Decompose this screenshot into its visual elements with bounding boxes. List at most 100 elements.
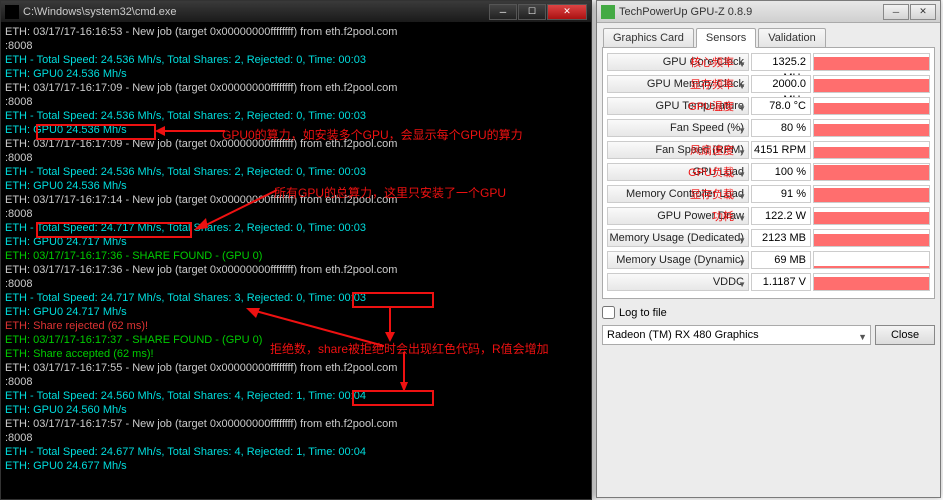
chevron-down-icon: ▼ [738,79,746,95]
log-to-file-checkbox[interactable] [602,306,615,319]
sensor-annot: GPU温度 [688,99,734,115]
sensor-value: 1325.2 MHz [751,53,811,71]
console-line: ETH: GPU0 24.717 Mh/s [5,235,587,249]
console-line: ETH: 03/17/17-16:17:14 - New job (target… [5,193,587,207]
console-line: :8008 [5,151,587,165]
tab-sensors[interactable]: Sensors [696,28,756,48]
sensor-value: 78.0 °C [751,97,811,115]
sensor-value: 122.2 W [751,207,811,225]
gpuz-minimize-button[interactable]: ─ [883,4,909,20]
sensor-graph [813,97,930,115]
cmd-titlebar[interactable]: C:\Windows\system32\cmd.exe ─ ☐ ✕ [1,1,591,23]
sensor-value: 1.1187 V [751,273,811,291]
sensor-label-dropdown[interactable]: VDDC▼ [607,273,749,291]
sensor-annot: GPU负载 [688,165,734,181]
console-line: ETH: Share accepted (62 ms)! [5,347,587,361]
close-button[interactable]: ✕ [547,4,587,20]
sensor-annot: 显存负载 [690,187,734,203]
sensor-value: 80 % [751,119,811,137]
sensor-graph [813,163,930,181]
console-line: ETH - Total Speed: 24.536 Mh/s, Total Sh… [5,165,587,179]
gpuz-title: TechPowerUp GPU-Z 0.8.9 [619,6,752,18]
gpuz-titlebar[interactable]: TechPowerUp GPU-Z 0.8.9 ─ ✕ [597,1,940,23]
sensor-row: GPU Power Draw▼功耗122.2 W [607,206,930,226]
console-line: ETH: GPU0 24.677 Mh/s [5,459,587,473]
log-to-file-label: Log to file [619,307,667,319]
sensor-label-dropdown[interactable]: GPU Core Clock▼核心频率 [607,53,749,71]
sensor-value: 91 % [751,185,811,203]
console-line: ETH - Total Speed: 24.560 Mh/s, Total Sh… [5,389,587,403]
sensor-label-dropdown[interactable]: Fan Speed (RPM)▼风扇速度 [607,141,749,159]
console-line: ETH - Total Speed: 24.717 Mh/s, Total Sh… [5,291,587,305]
console-line: :8008 [5,207,587,221]
console-line: ETH: GPU0 24.717 Mh/s [5,305,587,319]
sensor-graph [813,75,930,93]
gpuz-window: TechPowerUp GPU-Z 0.8.9 ─ ✕ Graphics Car… [596,0,941,498]
console-line: ETH: 03/17/17-16:17:55 - New job (target… [5,361,587,375]
console-line: :8008 [5,375,587,389]
sensor-label-dropdown[interactable]: GPU Power Draw▼功耗 [607,207,749,225]
console-line: ETH: 03/17/17-16:17:09 - New job (target… [5,137,587,151]
sensor-row: GPU Core Clock▼核心频率1325.2 MHz [607,52,930,72]
sensor-row: GPU Temperature▼GPU温度78.0 °C [607,96,930,116]
sensor-label-dropdown[interactable]: GPU Load▼GPU负载 [607,163,749,181]
console-line: :8008 [5,39,587,53]
gpu-select-value: Radeon (TM) RX 480 Graphics [607,329,759,341]
sensor-panel: GPU Core Clock▼核心频率1325.2 MHzGPU Memory … [602,47,935,299]
sensor-label-dropdown[interactable]: GPU Temperature▼GPU温度 [607,97,749,115]
sensor-annot: 功耗 [712,209,734,225]
sensor-value: 100 % [751,163,811,181]
sensor-label-dropdown[interactable]: Memory Usage (Dynamic)▼ [607,251,749,269]
minimize-button[interactable]: ─ [489,4,517,20]
console-line: ETH: Share rejected (62 ms)! [5,319,587,333]
tab-validation[interactable]: Validation [758,28,826,47]
sensor-graph [813,229,930,247]
sensor-value: 2000.0 MHz [751,75,811,93]
sensor-label-dropdown[interactable]: Memory Controller Load▼显存负载 [607,185,749,203]
sensor-annot: 风扇速度 [690,143,734,159]
close-button-gpuz[interactable]: Close [875,325,935,345]
sensor-graph [813,141,930,159]
gpuz-tabs: Graphics Card Sensors Validation [597,23,940,47]
sensor-label-dropdown[interactable]: Memory Usage (Dedicated)▼ [607,229,749,247]
chevron-down-icon: ▼ [738,123,746,139]
console-line: ETH: GPU0 24.536 Mh/s [5,67,587,81]
gpu-select-dropdown[interactable]: Radeon (TM) RX 480 Graphics ▼ [602,325,871,345]
chevron-down-icon: ▼ [738,101,746,117]
sensor-graph [813,251,930,269]
sensor-row: Memory Usage (Dynamic)▼69 MB [607,250,930,270]
console-line: ETH: 03/17/17-16:17:36 - New job (target… [5,263,587,277]
sensor-row: Fan Speed (RPM)▼风扇速度4151 RPM [607,140,930,160]
gpuz-close-button[interactable]: ✕ [910,4,936,20]
sensor-row: VDDC▼1.1187 V [607,272,930,292]
sensor-value: 69 MB [751,251,811,269]
sensor-value: 4151 RPM [751,141,811,159]
chevron-down-icon: ▼ [858,328,867,346]
console-line: ETH: 03/17/17-16:17:37 - SHARE FOUND - (… [5,333,587,347]
chevron-down-icon: ▼ [738,57,746,73]
console-line: ETH: 03/17/17-16:17:57 - New job (target… [5,417,587,431]
sensor-graph [813,185,930,203]
console-line: ETH - Total Speed: 24.677 Mh/s, Total Sh… [5,445,587,459]
sensor-row: Fan Speed (%)▼80 % [607,118,930,138]
console-line: :8008 [5,431,587,445]
console-line: ETH: GPU0 24.560 Mh/s [5,403,587,417]
log-to-file-row: Log to file [602,304,935,321]
chevron-down-icon: ▼ [738,167,746,183]
console-line: :8008 [5,277,587,291]
sensor-graph [813,207,930,225]
gpuz-icon [601,5,615,19]
maximize-button[interactable]: ☐ [518,4,546,20]
console-line: ETH - Total Speed: 24.717 Mh/s, Total Sh… [5,221,587,235]
chevron-down-icon: ▼ [738,145,746,161]
chevron-down-icon: ▼ [738,189,746,205]
cmd-window: C:\Windows\system32\cmd.exe ─ ☐ ✕ ETH: 0… [0,0,592,500]
sensor-row: GPU Load▼GPU负载100 % [607,162,930,182]
tab-graphics-card[interactable]: Graphics Card [603,28,694,47]
console-line: :8008 [5,95,587,109]
sensor-row: Memory Controller Load▼显存负载91 % [607,184,930,204]
cmd-console-output[interactable]: ETH: 03/17/17-16:16:53 - New job (target… [1,23,591,499]
sensor-label-dropdown[interactable]: GPU Memory Clock▼显存频率 [607,75,749,93]
sensor-annot: 显存频率 [690,77,734,93]
sensor-label-dropdown[interactable]: Fan Speed (%)▼ [607,119,749,137]
